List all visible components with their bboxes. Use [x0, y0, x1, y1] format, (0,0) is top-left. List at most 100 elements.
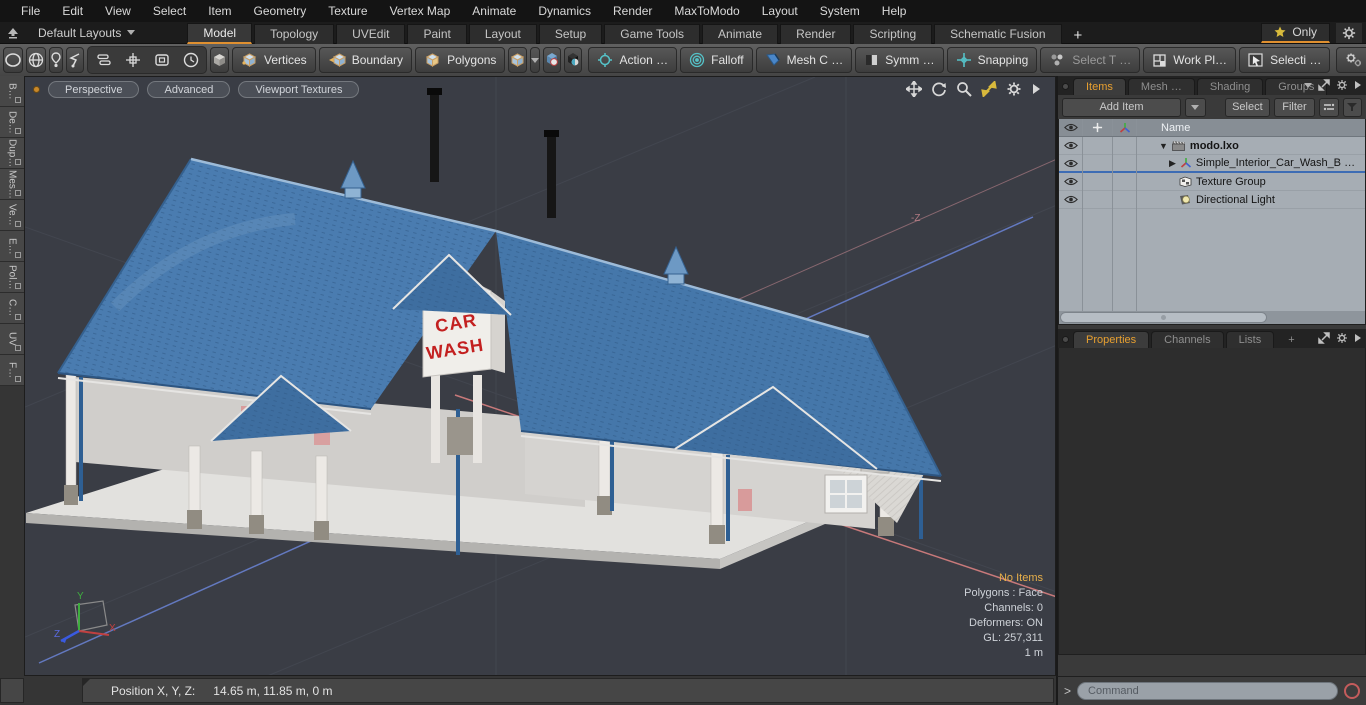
- panel-widget-dot[interactable]: [1062, 336, 1069, 343]
- falloff-button[interactable]: Falloff: [680, 47, 753, 73]
- chevron-down-icon[interactable]: [1304, 82, 1312, 88]
- panel-expand-icon[interactable]: [1354, 80, 1362, 90]
- tab-channels[interactable]: Channels: [1151, 331, 1224, 348]
- menu-help[interactable]: Help: [871, 4, 918, 18]
- tab-animate[interactable]: Animate: [702, 23, 779, 44]
- snapping-button[interactable]: Snapping: [946, 47, 1038, 73]
- history-tool-button[interactable]: [177, 47, 204, 73]
- toolbox-tab-uv[interactable]: UV: [0, 324, 24, 355]
- menu-animate[interactable]: Animate: [461, 4, 527, 18]
- panel-gear-icon[interactable]: [1336, 79, 1348, 91]
- toolbox-tab-deform[interactable]: De…: [0, 107, 24, 138]
- polygons-mode-button[interactable]: Polygons: [415, 47, 506, 73]
- tab-shading[interactable]: Shading: [1196, 78, 1264, 95]
- panel-widget-dot[interactable]: [1062, 83, 1069, 90]
- detach-panel-icon[interactable]: [1318, 79, 1330, 91]
- rect-select-tool-button[interactable]: [148, 47, 175, 73]
- menu-render[interactable]: Render: [602, 4, 663, 18]
- pan-icon[interactable]: [906, 81, 922, 97]
- menu-maxtomodo[interactable]: MaxToModo: [663, 4, 750, 18]
- menu-select[interactable]: Select: [142, 4, 197, 18]
- settings-gear-icon[interactable]: [1006, 81, 1022, 97]
- view-mode-button[interactable]: Perspective: [48, 81, 140, 98]
- symmetry-button[interactable]: Symm …: [855, 47, 944, 73]
- record-macro-button[interactable]: [1344, 683, 1360, 699]
- item-mode-dropdown[interactable]: [530, 47, 541, 73]
- toolbox-tab-vertex[interactable]: Ve…: [0, 200, 24, 231]
- layers-tool-button[interactable]: [90, 47, 117, 73]
- menu-edit[interactable]: Edit: [51, 4, 94, 18]
- boundary-mode-button[interactable]: Boundary: [318, 47, 413, 73]
- sphere-tool-button[interactable]: [26, 47, 46, 73]
- tab-paint[interactable]: Paint: [407, 23, 467, 44]
- viewport-widget-dot[interactable]: [33, 86, 40, 93]
- favorites-only-button[interactable]: Only: [1261, 22, 1330, 43]
- panel-gear-icon[interactable]: [1336, 332, 1348, 344]
- expand-arrow-icon[interactable]: [1031, 83, 1041, 95]
- viewport-textures-button[interactable]: Viewport Textures: [238, 81, 360, 98]
- tab-items[interactable]: Items: [1073, 78, 1126, 95]
- toolbox-tab-falloff[interactable]: F…: [0, 355, 24, 386]
- tab-render[interactable]: Render: [780, 23, 852, 44]
- menu-vertex-map[interactable]: Vertex Map: [379, 4, 462, 18]
- menu-file[interactable]: File: [10, 4, 51, 18]
- add-item-button[interactable]: Add Item: [1062, 97, 1181, 117]
- toolbox-tab-edge[interactable]: E…: [0, 231, 24, 262]
- vertices-mode-button[interactable]: Vertices: [232, 47, 316, 73]
- lasso-tool-button[interactable]: [66, 47, 84, 73]
- filter-funnel-button[interactable]: [1342, 97, 1362, 117]
- tab-model[interactable]: Model: [187, 22, 253, 44]
- material-sphere-button-1[interactable]: [543, 47, 562, 73]
- action-center-button[interactable]: Action …: [588, 47, 678, 73]
- 3d-viewport[interactable]: -Z CAR WASH Perspective Advanced Viewpor…: [24, 76, 1056, 676]
- mesh-constraints-button[interactable]: Mesh C …: [755, 47, 853, 73]
- menu-geometry[interactable]: Geometry: [243, 4, 318, 18]
- scrollbar-thumb[interactable]: [1060, 312, 1267, 323]
- panel-expand-icon[interactable]: [1354, 333, 1362, 343]
- tab-scripting[interactable]: Scripting: [853, 23, 933, 44]
- menu-layout[interactable]: Layout: [751, 4, 809, 18]
- zoom-icon[interactable]: [956, 81, 972, 97]
- tab-uvedit[interactable]: UVEdit: [336, 23, 406, 44]
- tab-lists[interactable]: Lists: [1225, 331, 1275, 348]
- layout-switcher[interactable]: Default Layouts: [38, 26, 136, 40]
- items-horizontal-scrollbar[interactable]: [1059, 311, 1365, 324]
- work-plane-button[interactable]: Work Pl…: [1143, 47, 1237, 73]
- collapse-arrow-icon[interactable]: ▼: [1159, 141, 1168, 151]
- tab-properties[interactable]: Properties: [1073, 331, 1150, 348]
- layout-settings-button[interactable]: [1336, 22, 1362, 43]
- detach-panel-icon[interactable]: [1318, 332, 1330, 344]
- item-mode-button[interactable]: [508, 47, 528, 73]
- rotate-icon[interactable]: [931, 81, 947, 97]
- filter-button[interactable]: Filter: [1273, 97, 1316, 117]
- axis-column-header[interactable]: [1113, 119, 1137, 136]
- tab-setup[interactable]: Setup: [538, 23, 603, 44]
- list-options-button[interactable]: [1319, 97, 1339, 117]
- tab-schematic-fusion[interactable]: Schematic Fusion: [934, 23, 1062, 44]
- maximize-icon[interactable]: [981, 81, 997, 97]
- toolbox-tab-duplicate[interactable]: Dup…: [0, 138, 24, 169]
- tab-game-tools[interactable]: Game Tools: [604, 23, 701, 44]
- menu-dynamics[interactable]: Dynamics: [527, 4, 602, 18]
- shading-mode-button[interactable]: Advanced: [147, 81, 231, 98]
- pin-layout-icon[interactable]: [0, 23, 26, 43]
- lock-column-header[interactable]: [1083, 119, 1113, 136]
- selection-sets-button[interactable]: Selecti …: [1239, 47, 1331, 73]
- cube-tool-button[interactable]: [210, 47, 229, 73]
- kits-button[interactable]: Kits: [1336, 47, 1366, 73]
- transform-tool-button[interactable]: [119, 47, 146, 73]
- menu-view[interactable]: View: [94, 4, 142, 18]
- visibility-column-header[interactable]: [1059, 119, 1083, 136]
- material-sphere-button-2[interactable]: [564, 47, 583, 73]
- name-column-header[interactable]: Name: [1137, 122, 1190, 134]
- command-input[interactable]: [1077, 682, 1338, 700]
- menu-system[interactable]: System: [809, 4, 871, 18]
- toolbox-tab-curve[interactable]: C…: [0, 293, 24, 324]
- toolbox-tab-polygon[interactable]: Pol…: [0, 262, 24, 293]
- menu-texture[interactable]: Texture: [317, 4, 378, 18]
- expand-arrow-icon[interactable]: ▶: [1169, 158, 1176, 169]
- ellipse-tool-button[interactable]: [3, 47, 23, 73]
- toolbox-tab-basic[interactable]: B…: [0, 76, 24, 107]
- select-through-button[interactable]: Select T …: [1040, 47, 1141, 73]
- menu-item[interactable]: Item: [197, 4, 242, 18]
